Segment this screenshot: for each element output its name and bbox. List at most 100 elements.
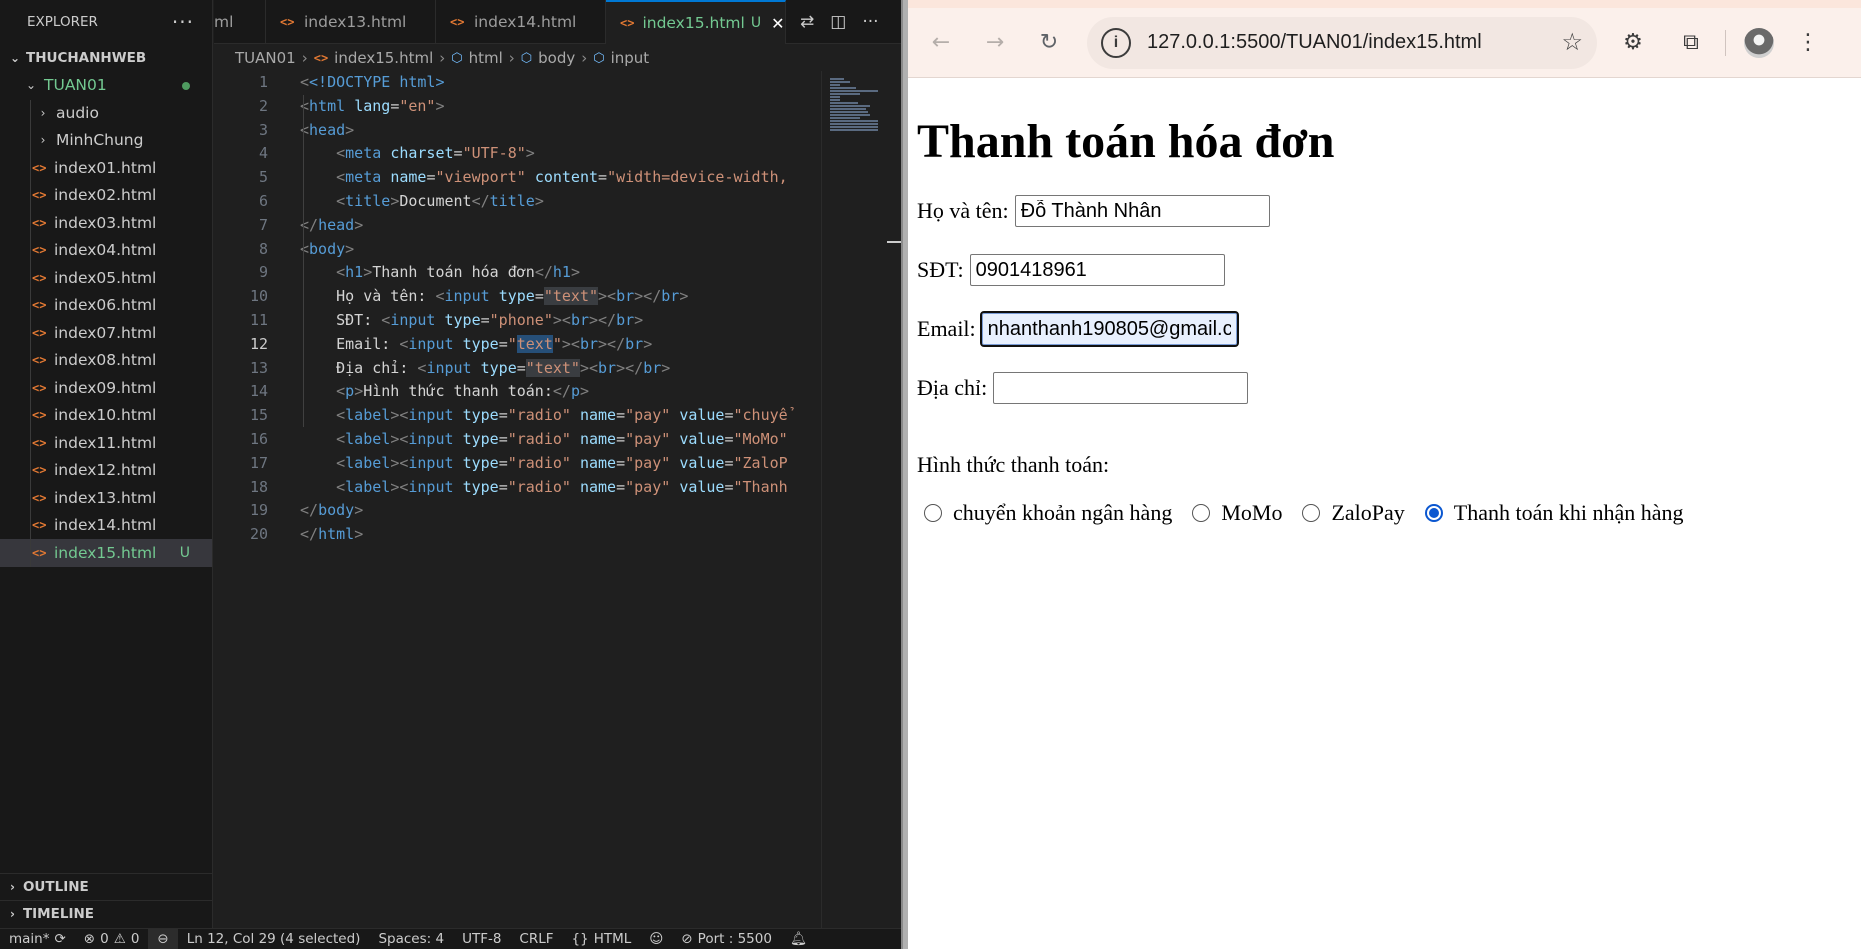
code-text: Họ và tên: bbox=[336, 287, 436, 306]
forward-arrow-icon[interactable]: → bbox=[975, 23, 1015, 63]
code-text: body bbox=[318, 501, 355, 520]
radio-button[interactable] bbox=[924, 504, 942, 522]
more-actions-icon[interactable]: ··· bbox=[172, 10, 194, 34]
file-item[interactable]: <> index10.html bbox=[0, 402, 212, 430]
file-item[interactable]: <> index04.html bbox=[0, 237, 212, 265]
code-text: "text" bbox=[525, 358, 580, 377]
code-text: html bbox=[318, 525, 355, 544]
folder-minhchung[interactable]: › MinhChung bbox=[0, 127, 212, 155]
payment-option-cod[interactable]: Thanh toán khi nhận hàng bbox=[1418, 500, 1684, 526]
site-info-icon[interactable]: i bbox=[1101, 27, 1131, 58]
html-file-icon: <> bbox=[620, 16, 635, 30]
timeline-section[interactable]: › TIMELINE bbox=[0, 900, 213, 927]
workspace-root[interactable]: ⌄ THUCHANHWEB bbox=[0, 44, 212, 72]
notifications[interactable]: 🔔︎ bbox=[781, 929, 816, 949]
code-text: title bbox=[489, 191, 535, 210]
language-mode[interactable]: {} HTML bbox=[563, 929, 641, 949]
code-text: type bbox=[480, 358, 517, 377]
zoom-indicator[interactable]: ⊖ bbox=[148, 928, 178, 949]
vertical-scrollbar[interactable] bbox=[887, 71, 901, 928]
tab-index13[interactable]: <> index13.html bbox=[266, 0, 436, 44]
code-text: type bbox=[462, 477, 499, 496]
folder-audio[interactable]: › audio bbox=[0, 99, 212, 127]
html-file-icon: <> bbox=[32, 270, 47, 285]
code-text: "Thanh bbox=[733, 477, 788, 496]
puzzle-extensions-icon[interactable]: ⧉ bbox=[1671, 23, 1711, 63]
file-item[interactable]: <> index14.html bbox=[0, 512, 212, 540]
breadcrumb-body[interactable]: body bbox=[538, 49, 575, 67]
line-number: 1 bbox=[258, 73, 268, 91]
reload-icon[interactable]: ↻ bbox=[1029, 23, 1069, 63]
chevron-right-icon: › bbox=[10, 907, 15, 921]
file-item[interactable]: <> index09.html bbox=[0, 374, 212, 402]
address-input[interactable] bbox=[993, 372, 1249, 404]
breadcrumb-html[interactable]: html bbox=[469, 49, 503, 67]
code-text: value bbox=[679, 429, 725, 448]
outline-section[interactable]: › OUTLINE bbox=[0, 873, 213, 900]
bookmark-star-icon[interactable]: ☆ bbox=[1561, 28, 1583, 57]
breadcrumb-file[interactable]: index15.html bbox=[334, 49, 433, 67]
address-bar[interactable]: i 127.0.0.1:5500/TUAN01/index15.html ☆ bbox=[1087, 16, 1597, 69]
cursor-label: Ln 12, Col 29 (4 selected) bbox=[186, 931, 361, 947]
code-text: input bbox=[408, 406, 454, 425]
menu-kebab-icon[interactable]: ⋮ bbox=[1788, 23, 1828, 63]
file-item[interactable]: <> index06.html bbox=[0, 292, 212, 320]
close-icon[interactable]: ✕ bbox=[771, 14, 784, 33]
encoding[interactable]: UTF-8 bbox=[453, 929, 510, 949]
split-editor-icon[interactable]: ◫ bbox=[830, 12, 846, 32]
file-item[interactable]: <> index12.html bbox=[0, 457, 212, 485]
radio-button-checked[interactable] bbox=[1424, 504, 1443, 522]
name-input[interactable] bbox=[1014, 195, 1270, 227]
indentation[interactable]: Spaces: 4 bbox=[369, 929, 453, 949]
file-item[interactable]: <> index01.html bbox=[0, 154, 212, 182]
minimap[interactable] bbox=[821, 71, 887, 928]
code-text: "pay" bbox=[625, 406, 671, 425]
payment-option-bank[interactable]: chuyển khoản ngân hàng bbox=[917, 500, 1172, 526]
back-arrow-icon[interactable]: ← bbox=[921, 23, 961, 63]
more-actions-icon[interactable]: ··· bbox=[862, 12, 878, 32]
copilot-status[interactable]: ☺ bbox=[640, 929, 672, 949]
code-text: body bbox=[309, 239, 346, 258]
problems-indicator[interactable]: ⊗ 0 ⚠ 0 bbox=[75, 929, 149, 949]
extension-icon[interactable]: ⚙ bbox=[1613, 23, 1653, 63]
tab-partial[interactable]: ml bbox=[214, 0, 266, 44]
phone-input[interactable] bbox=[969, 254, 1225, 286]
code-text: label bbox=[345, 453, 391, 472]
tab-index14[interactable]: <> index14.html bbox=[436, 0, 606, 44]
file-item[interactable]: <> index03.html bbox=[0, 209, 212, 237]
html-file-icon: <> bbox=[32, 408, 47, 423]
radio-button[interactable] bbox=[1302, 504, 1321, 522]
branch-label: main* bbox=[9, 931, 50, 947]
file-item[interactable]: <> index08.html bbox=[0, 347, 212, 375]
code-editor[interactable]: 1 <<!DOCTYPE html> 2 <html lang="en"> 3 <he… bbox=[214, 71, 822, 928]
profile-avatar[interactable] bbox=[1744, 27, 1774, 58]
folder-tuan01[interactable]: ⌄ TUAN01 bbox=[0, 72, 212, 100]
live-server-port[interactable]: ⊘ Port : 5500 bbox=[672, 929, 781, 949]
open-changes-icon[interactable]: ⇄ bbox=[800, 12, 814, 32]
code-text: name bbox=[579, 429, 617, 448]
file-item[interactable]: <> index07.html bbox=[0, 319, 212, 347]
tab-index15[interactable]: <> index15.html U ✕ bbox=[606, 0, 786, 44]
breadcrumb-input[interactable]: input bbox=[611, 49, 650, 67]
breadcrumb-folder[interactable]: TUAN01 bbox=[235, 49, 296, 67]
email-input[interactable] bbox=[979, 311, 1239, 347]
cursor-position[interactable]: Ln 12, Col 29 (4 selected) bbox=[178, 929, 370, 949]
code-text: type bbox=[462, 453, 499, 472]
eol[interactable]: CRLF bbox=[510, 929, 562, 949]
line-number: 7 bbox=[258, 215, 268, 234]
file-item[interactable]: <> index11.html bbox=[0, 429, 212, 457]
file-item[interactable]: <> index05.html bbox=[0, 264, 212, 292]
file-label: index01.html bbox=[54, 158, 157, 177]
file-item[interactable]: <> index02.html bbox=[0, 182, 212, 210]
branch-indicator[interactable]: main* ⟳ bbox=[0, 929, 75, 949]
payment-option-zalopay[interactable]: ZaloPay bbox=[1295, 500, 1405, 526]
payment-option-momo[interactable]: MoMo bbox=[1185, 500, 1282, 526]
file-label: index02.html bbox=[54, 186, 157, 205]
code-text: "width=device-width, bbox=[607, 168, 788, 187]
file-item-index15[interactable]: <> index15.html U bbox=[0, 539, 212, 567]
radio-button[interactable] bbox=[1192, 504, 1211, 522]
line-number: 4 bbox=[258, 144, 268, 163]
window-divider[interactable] bbox=[901, 0, 908, 949]
code-text: Thanh toán hóa đơn bbox=[372, 263, 535, 282]
file-item[interactable]: <> index13.html bbox=[0, 484, 212, 512]
